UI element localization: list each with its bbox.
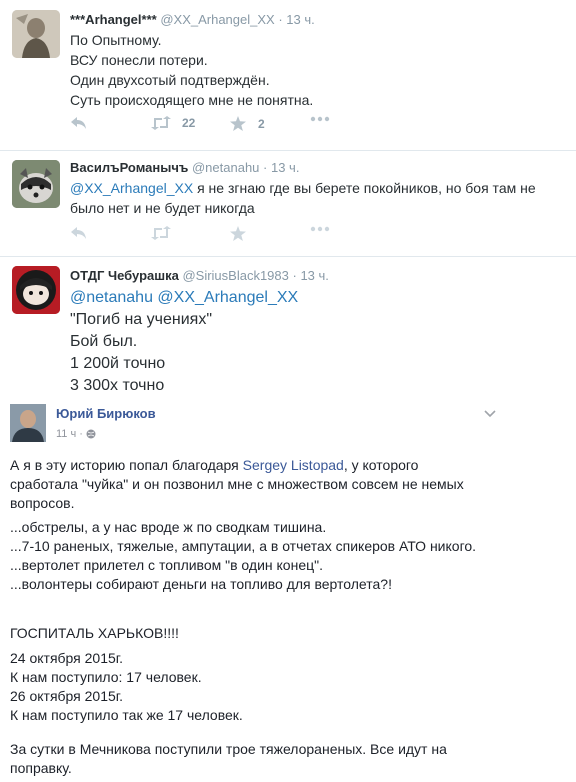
text-line: 3 300х точно [70,377,165,394]
more-button[interactable] [310,116,330,122]
reply-button[interactable] [70,116,88,130]
text-line: ВСУ понесли потери. [70,52,208,68]
display-name[interactable]: ***Arhangel*** [70,12,157,27]
avatar[interactable] [12,160,60,208]
hospital-heading: ГОСПИТАЛЬ ХАРЬКОВ!!!! [10,625,179,641]
text-line: Бой был. [70,333,138,350]
reply-button[interactable] [70,226,88,240]
display-name[interactable]: ОТДГ Чебурашка [70,268,179,283]
user-handle[interactable]: @netanahu [192,160,259,175]
reply-icon [71,227,86,239]
text-line: вопросов. [10,495,75,511]
more-icon [310,226,330,232]
list-item: ...волонтеры собирают деньги на топливо … [10,576,392,592]
chevron-down-icon[interactable] [484,410,496,418]
list-item: ...обстрелы, а у нас вроде ж по сводкам … [10,519,327,535]
tweet-3: ОТДГ Чебурашка @SiriusBlack1983 · 13 ч. … [0,256,576,398]
list-item: ...7-10 раненых, тяжелые, ампутации, а в… [10,538,477,554]
post-intro: А я в эту историю попал благодаря Sergey… [10,456,464,513]
timestamp[interactable]: · 13 ч. [263,160,299,175]
reply-icon [71,117,86,129]
author-name[interactable]: Юрий Бирюков [56,406,156,421]
timestamp[interactable]: · 13 ч. [293,268,329,283]
text-line: 1 200й точно [70,355,166,372]
avatar[interactable] [12,266,60,314]
star-icon [230,116,246,131]
text-line: сработала "чуйка" и он позвонил мне с мн… [10,476,464,492]
like-count: 2 [258,116,265,131]
avatar[interactable] [10,404,46,442]
tweet-text: По Опытному. ВСУ понесли потери. Один дв… [70,30,313,110]
post-time[interactable]: 11 ч · [56,428,83,440]
globe-icon [86,429,96,439]
text-line: К нам поступило: 17 человек. [10,669,202,685]
text-fragment: я не згнаю где вы берете покойников, но … [193,180,536,196]
post-outro: За сутки в Мечникова поступили трое тяже… [10,740,447,778]
text-line: Суть происходящего мне не понятна. [70,92,314,108]
post-dates: 24 октября 2015г. К нам поступило: 17 че… [10,649,243,725]
text-line: 26 октября 2015г. [10,688,124,704]
retweet-button[interactable]: 22 [150,116,195,130]
like-button[interactable] [230,226,246,241]
retweet-icon [151,116,171,130]
text-fragment: А я в эту историю попал благодаря [10,457,243,473]
tweet-2: ВасилъРоманычъ @netanahu · 13 ч. @XX_Arh… [0,150,576,257]
retweet-count: 22 [182,116,196,130]
text-line: Один двухсотый подтверждён. [70,72,270,88]
retweet-icon [151,226,171,240]
facebook-post: Юрий Бирюков 11 ч · А я в эту историю по… [0,400,576,782]
avatar[interactable] [12,10,60,58]
text-line: было нет и не будет никогда [70,200,255,216]
timestamp[interactable]: · 13 ч. [278,12,314,27]
retweet-button[interactable] [150,226,172,240]
tweet-text: @netanahu @XX_Arhangel_XX "Погиб на учен… [70,287,298,397]
more-icon [310,116,330,122]
text-line: За сутки в Мечникова поступили трое тяже… [10,741,447,757]
tweet-text: @XX_Arhangel_XX я не згнаю где вы берете… [70,178,560,218]
display-name[interactable]: ВасилъРоманычъ [70,160,188,175]
text-line: "Погиб на учениях" [70,311,212,328]
text-line: По Опытному. [70,32,162,48]
post-list: ...обстрелы, а у нас вроде ж по сводкам … [10,518,476,594]
like-button[interactable]: 2 [230,116,265,131]
more-button[interactable] [310,226,330,232]
list-item: ...вертолет прилетел с топливом "в один … [10,557,323,573]
mention-links[interactable]: @netanahu @XX_Arhangel_XX [70,287,298,309]
tweet-1: ***Arhangel*** @XX_Arhangel_XX · 13 ч. П… [0,0,576,151]
user-handle[interactable]: @XX_Arhangel_XX [160,12,274,27]
star-icon [230,226,246,241]
mention-link[interactable]: @XX_Arhangel_XX [70,180,193,196]
user-handle[interactable]: @SiriusBlack1983 [182,268,288,283]
text-line: 24 октября 2015г. [10,650,124,666]
profile-link[interactable]: Sergey Listopad [243,457,344,473]
text-fragment: , у которого [343,457,419,473]
text-line: поправку. [10,760,72,776]
text-line: К нам поступило так же 17 человек. [10,707,243,723]
